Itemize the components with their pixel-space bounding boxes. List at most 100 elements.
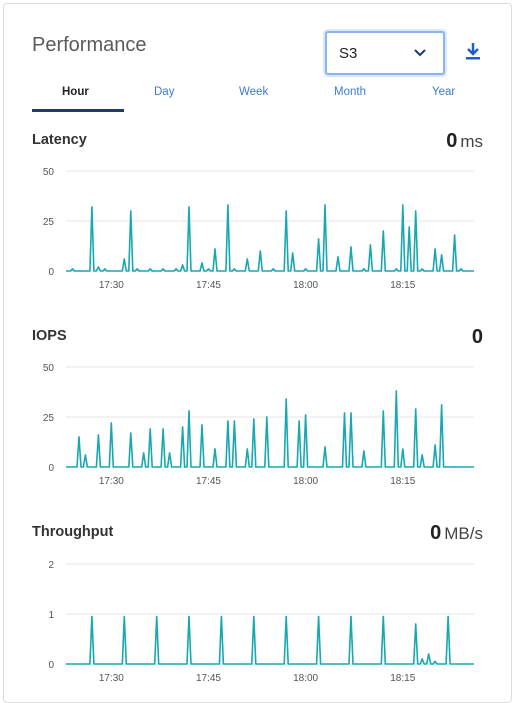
- data-point: [304, 268, 307, 270]
- data-point: [188, 615, 190, 618]
- data-point: [434, 444, 436, 446]
- data-point: [123, 615, 126, 618]
- data-point: [259, 250, 262, 252]
- performance-panel: Performance S3 Hour Day Week Month Year …: [3, 3, 512, 703]
- data-point: [369, 244, 372, 246]
- data-point: [363, 268, 365, 270]
- data-point: [382, 230, 385, 232]
- throughput-readout: 0 MB/s: [430, 522, 483, 545]
- data-point: [350, 615, 352, 618]
- data-point: [201, 262, 203, 264]
- pool-select-value: S3: [339, 45, 358, 62]
- data-point: [246, 258, 249, 260]
- data-point: [84, 454, 87, 456]
- tab-year[interactable]: Year: [432, 86, 455, 98]
- data-point: [246, 448, 249, 450]
- y-tick-label: 50: [43, 167, 55, 178]
- data-point: [123, 258, 126, 260]
- time-range-tabs: Hour Day Week Month Year: [32, 82, 492, 112]
- pool-select[interactable]: S3: [325, 31, 445, 75]
- data-point: [421, 268, 423, 270]
- data-point: [408, 226, 411, 228]
- data-point: [285, 210, 287, 212]
- y-tick-label: 0: [48, 267, 54, 278]
- throughput-value: 0: [430, 522, 442, 544]
- data-point: [181, 426, 184, 428]
- data-point: [207, 268, 210, 270]
- data-point: [395, 268, 398, 270]
- data-point: [317, 238, 320, 240]
- data-point: [453, 234, 456, 236]
- iops-readout: 0: [472, 326, 483, 349]
- data-point: [91, 206, 93, 208]
- data-point: [440, 404, 443, 406]
- data-point: [414, 623, 417, 625]
- data-point: [350, 412, 352, 414]
- x-tick-label: 17:30: [99, 280, 124, 291]
- x-tick-label: 17:30: [99, 476, 124, 487]
- tab-week[interactable]: Week: [239, 86, 268, 98]
- data-point: [285, 615, 287, 618]
- data-point: [175, 268, 177, 270]
- data-point: [188, 206, 190, 208]
- download-icon[interactable]: [463, 41, 483, 61]
- data-point: [149, 428, 151, 430]
- data-point: [304, 414, 307, 416]
- x-tick-label: 18:15: [390, 280, 415, 291]
- series-line: [66, 390, 474, 468]
- data-point: [395, 390, 398, 392]
- data-point: [214, 248, 216, 250]
- data-point: [440, 254, 443, 256]
- x-tick-label: 18:15: [390, 673, 415, 684]
- tab-hour[interactable]: Hour: [62, 86, 89, 98]
- throughput-title: Throughput: [32, 524, 114, 540]
- data-point: [97, 266, 100, 268]
- data-point: [324, 446, 326, 448]
- x-tick-label: 17:45: [196, 280, 221, 291]
- chevron-down-icon: [414, 49, 426, 57]
- data-point: [414, 408, 417, 410]
- data-point: [253, 418, 255, 420]
- x-tick-label: 18:15: [390, 476, 415, 487]
- latency-value: 0: [446, 130, 458, 152]
- y-tick-label: 25: [43, 217, 55, 228]
- data-point: [201, 424, 203, 426]
- data-point: [285, 398, 287, 400]
- x-tick-label: 18:00: [293, 673, 318, 684]
- active-tab-indicator: [32, 109, 124, 112]
- data-point: [427, 653, 430, 655]
- data-point: [227, 204, 229, 206]
- data-point: [188, 410, 190, 412]
- x-tick-label: 18:00: [293, 280, 318, 291]
- data-point: [220, 615, 223, 618]
- y-tick-label: 1: [48, 610, 54, 621]
- latency-unit: ms: [460, 132, 483, 151]
- data-point: [168, 452, 171, 454]
- data-point: [71, 268, 74, 270]
- data-point: [214, 448, 216, 450]
- data-point: [382, 410, 385, 412]
- iops-value: 0: [471, 326, 483, 348]
- data-point: [343, 412, 346, 414]
- y-tick-label: 50: [43, 363, 55, 374]
- iops-title: IOPS: [32, 328, 67, 344]
- x-tick-label: 18:00: [293, 476, 318, 487]
- data-point: [434, 660, 436, 663]
- data-point: [136, 268, 139, 270]
- data-point: [350, 246, 352, 248]
- data-point: [382, 615, 385, 618]
- iops-chart: 50 25 0 17:30 17:45 18:00 18:15: [43, 363, 474, 487]
- data-point: [253, 615, 255, 618]
- tab-month[interactable]: Month: [334, 86, 366, 98]
- data-point: [337, 256, 339, 258]
- tab-day[interactable]: Day: [154, 86, 174, 98]
- data-point: [421, 658, 423, 660]
- data-point: [97, 434, 100, 436]
- data-point: [421, 454, 423, 456]
- data-point: [324, 204, 326, 206]
- data-point: [149, 268, 151, 270]
- data-point: [434, 248, 436, 250]
- data-point: [129, 210, 132, 212]
- data-point: [298, 420, 300, 422]
- throughput-chart: 2 1 0 17:30 17:45 18:00 18:15: [48, 560, 474, 684]
